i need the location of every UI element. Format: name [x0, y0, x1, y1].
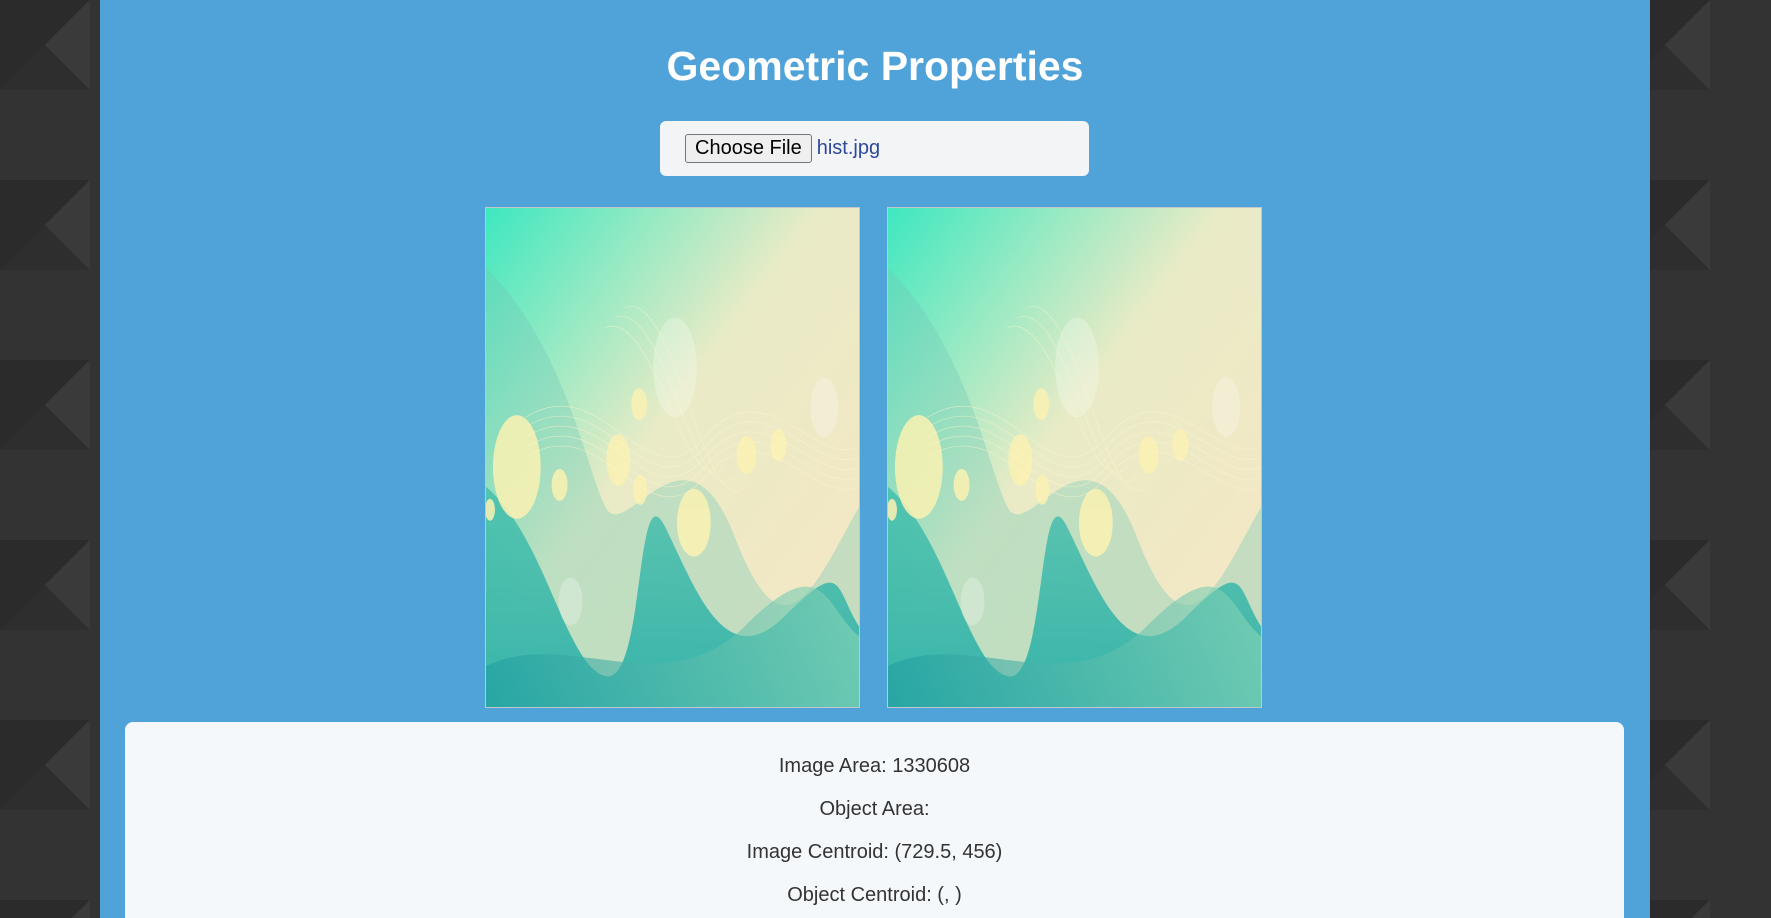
- abstract-bokeh-image: [888, 208, 1261, 707]
- image-centroid-text: Image Centroid: (729.5, 456): [746, 841, 1003, 863]
- selected-file-name: hist.jpg: [816, 137, 881, 159]
- results-card: Image Area: 1330608 Object Area: Image C…: [125, 722, 1624, 918]
- object-centroid-text: Object Centroid: (, ): [787, 884, 962, 906]
- abstract-bokeh-image: [486, 208, 859, 707]
- choose-file-button[interactable]: Choose File: [685, 134, 812, 163]
- object-area-text: Object Area:: [819, 798, 930, 820]
- page-title: Geometric Properties: [666, 43, 1084, 89]
- processed-image: [887, 207, 1262, 708]
- image-area-text: Image Area: 1330608: [778, 755, 971, 777]
- file-upload-box: Choose File hist.jpg: [660, 121, 1089, 176]
- main-panel: Geometric Properties Choose File hist.jp…: [100, 0, 1650, 918]
- original-image: [485, 207, 860, 708]
